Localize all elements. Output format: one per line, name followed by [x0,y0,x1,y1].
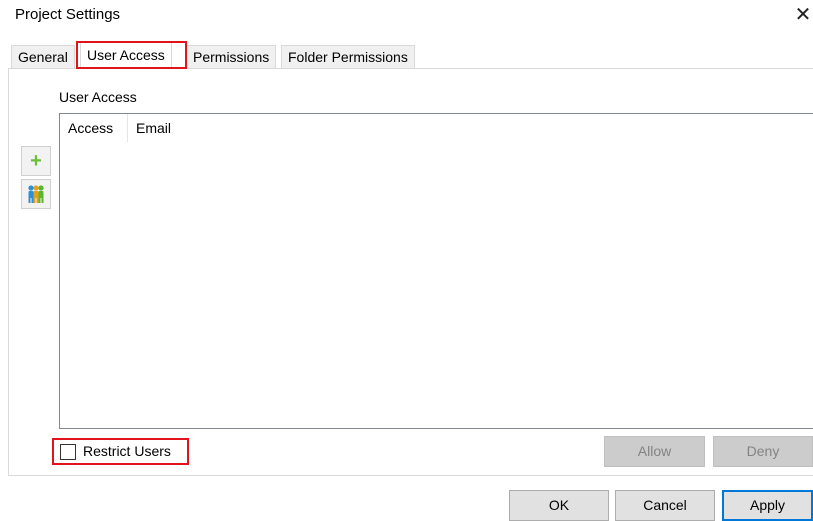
users-group-icon [28,185,44,203]
column-header-access[interactable]: Access [60,114,128,142]
tab-general[interactable]: General [11,45,75,68]
add-user-button[interactable]: + [21,146,51,176]
add-group-button[interactable] [21,179,51,209]
restrict-users-label[interactable]: Restrict Users [83,443,171,459]
cancel-button[interactable]: Cancel [615,490,715,521]
tab-permissions[interactable]: Permissions [186,45,277,68]
column-header-email[interactable]: Email [128,114,813,142]
allow-button[interactable]: Allow [604,436,705,467]
tab-folder-permissions[interactable]: Folder Permissions [281,45,415,68]
tab-user-access[interactable]: User Access [80,42,172,69]
restrict-users-checkbox[interactable] [60,444,76,460]
user-access-list[interactable]: Access Email [59,113,813,429]
user-access-group-label: User Access [59,89,137,105]
window-title: Project Settings [15,6,121,23]
deny-button[interactable]: Deny [713,436,813,467]
ok-button[interactable]: OK [509,490,609,521]
apply-button[interactable]: Apply [722,490,813,521]
close-icon[interactable]: ✕ [793,2,813,28]
plus-icon: + [30,150,42,172]
